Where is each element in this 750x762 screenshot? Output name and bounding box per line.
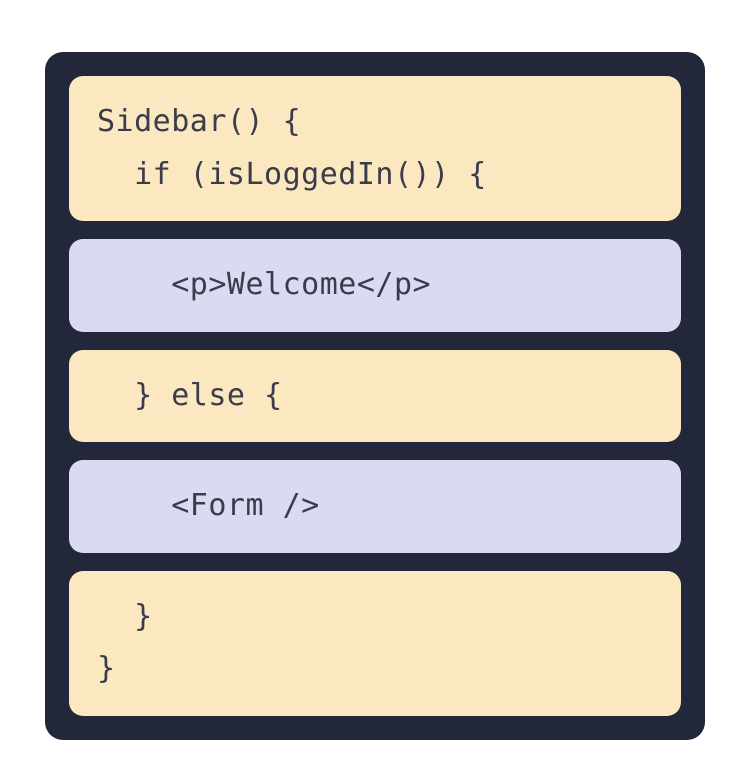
code-block-else: } else { <box>69 350 681 443</box>
code-block-closing: } } <box>69 571 681 716</box>
code-line: } <box>97 599 153 634</box>
code-block-function-open: Sidebar() { if (isLoggedIn()) { <box>69 76 681 221</box>
code-block-form-markup: <Form /> <box>69 460 681 553</box>
code-line: } <box>97 651 116 686</box>
code-diagram-container: Sidebar() { if (isLoggedIn()) { <p>Welco… <box>45 52 705 740</box>
code-line: if (isLoggedIn()) { <box>97 157 487 192</box>
code-line: <Form /> <box>97 488 320 523</box>
code-block-welcome-markup: <p>Welcome</p> <box>69 239 681 332</box>
code-line: <p>Welcome</p> <box>97 267 431 302</box>
code-line: } else { <box>97 378 283 413</box>
code-line: Sidebar() { <box>97 104 301 139</box>
